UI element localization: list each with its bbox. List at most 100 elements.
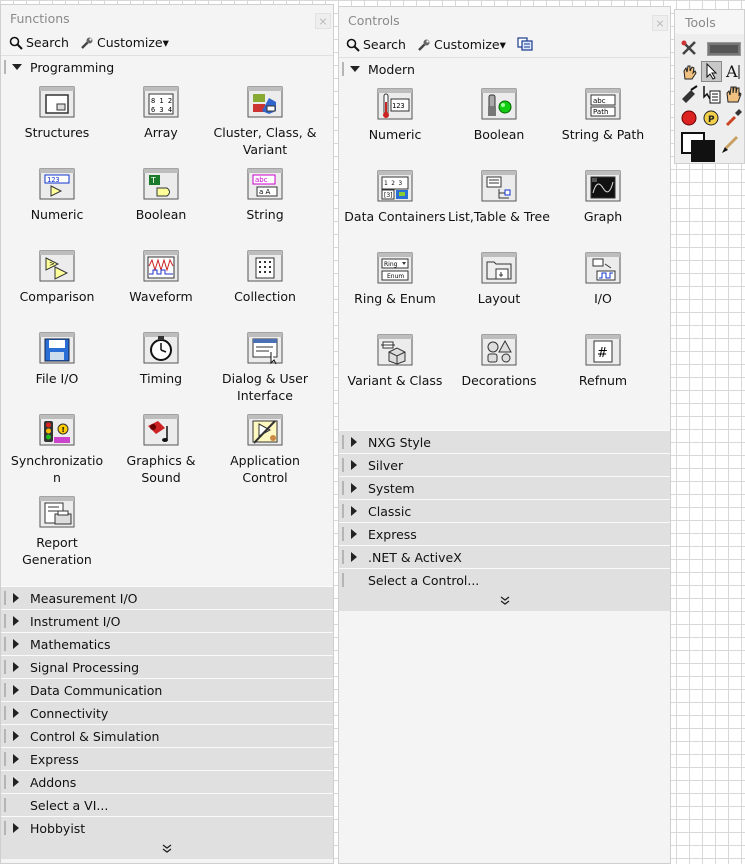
- functions-category-row[interactable]: Measurement I/O: [1, 586, 333, 609]
- functions-category-list: Measurement I/O Instrument I/O Mathematics…: [1, 586, 333, 839]
- variant-class-icon: [375, 332, 415, 368]
- grip-handle[interactable]: [342, 573, 344, 587]
- expand-triangle-icon[interactable]: [13, 639, 19, 649]
- grip-handle[interactable]: [4, 729, 6, 743]
- functions-category-row[interactable]: Mathematics: [1, 632, 333, 655]
- controls-category-row[interactable]: NXG Style: [339, 430, 670, 453]
- controls-category-row[interactable]: .NET & ActiveX: [339, 545, 670, 568]
- set-color-icon[interactable]: [679, 130, 717, 162]
- grip-handle[interactable]: [342, 458, 344, 472]
- position-select-icon[interactable]: [701, 61, 722, 82]
- controls-view-options-button[interactable]: [517, 37, 533, 51]
- functions-category-row[interactable]: Hobbyist: [1, 816, 333, 839]
- functions-close-button[interactable]: [315, 13, 331, 29]
- scroll-window-icon[interactable]: [723, 84, 744, 105]
- grip-handle[interactable]: [4, 798, 6, 812]
- functions-palette-item-label: Waveform: [129, 289, 193, 304]
- operate-value-icon[interactable]: [679, 61, 700, 82]
- expand-triangle-icon[interactable]: [351, 552, 357, 562]
- functions-category-row[interactable]: Data Communication: [1, 678, 333, 701]
- controls-customize-button[interactable]: Customize▾: [417, 37, 506, 52]
- grip-handle[interactable]: [4, 660, 6, 674]
- search-icon: [9, 36, 23, 50]
- tools-grid: A P: [679, 38, 744, 162]
- grip-handle[interactable]: [342, 527, 344, 541]
- paintbrush-icon[interactable]: [719, 134, 740, 155]
- grip-handle[interactable]: [4, 683, 6, 697]
- functions-category-row[interactable]: Express: [1, 747, 333, 770]
- functions-category-row[interactable]: Select a VI...: [1, 793, 333, 816]
- collapse-triangle-icon[interactable]: [350, 66, 360, 72]
- controls-section-modern[interactable]: Modern: [339, 57, 670, 80]
- controls-search-button[interactable]: Search: [346, 37, 406, 52]
- functions-palette-item-label: Numeric: [30, 207, 84, 222]
- functions-category-row[interactable]: Addons: [1, 770, 333, 793]
- object-shortcut-menu-icon[interactable]: [701, 84, 722, 105]
- controls-palette-item-label: Numeric: [368, 127, 422, 142]
- expand-triangle-icon[interactable]: [13, 662, 19, 672]
- functions-search-button[interactable]: Search: [9, 35, 69, 50]
- search-icon: [346, 38, 360, 52]
- functions-category-row[interactable]: Connectivity: [1, 701, 333, 724]
- expand-triangle-icon[interactable]: [351, 437, 357, 447]
- controls-category-row[interactable]: System: [339, 476, 670, 499]
- svg-text:a A: a A: [259, 188, 271, 196]
- grip-handle[interactable]: [4, 637, 6, 651]
- expand-triangle-icon[interactable]: [13, 616, 19, 626]
- controls-close-button[interactable]: [652, 15, 668, 31]
- tools-titlebar[interactable]: Tools: [675, 10, 744, 34]
- expand-triangle-icon[interactable]: [13, 731, 19, 741]
- set-clear-breakpoint-icon[interactable]: [679, 107, 700, 128]
- controls-category-row[interactable]: Select a Control...: [339, 568, 670, 591]
- grip-handle[interactable]: [342, 435, 344, 449]
- controls-category-row[interactable]: Express: [339, 522, 670, 545]
- functions-category-row[interactable]: Signal Processing: [1, 655, 333, 678]
- functions-more-button[interactable]: [1, 839, 333, 859]
- probe-data-icon[interactable]: P: [701, 107, 722, 128]
- edit-text-icon[interactable]: A: [723, 61, 744, 82]
- grip-handle[interactable]: [4, 60, 6, 74]
- expand-triangle-icon[interactable]: [13, 685, 19, 695]
- connect-wire-icon[interactable]: [679, 84, 700, 105]
- expand-triangle-icon[interactable]: [351, 529, 357, 539]
- expand-triangle-icon[interactable]: [13, 708, 19, 718]
- functions-category-row[interactable]: Instrument I/O: [1, 609, 333, 632]
- controls-palette-item-label: List,Table & Tree: [448, 209, 550, 224]
- expand-triangle-icon[interactable]: [13, 754, 19, 764]
- grip-handle[interactable]: [4, 706, 6, 720]
- string-function-icon: abc a A: [245, 166, 285, 202]
- expand-triangle-icon[interactable]: [351, 506, 357, 516]
- grip-handle[interactable]: [4, 775, 6, 789]
- functions-section-programming[interactable]: Programming: [1, 55, 333, 78]
- functions-palette-item-label: Cluster, Class, & Variant: [213, 125, 317, 157]
- controls-category-row[interactable]: Silver: [339, 453, 670, 476]
- expand-triangle-icon[interactable]: [13, 823, 19, 833]
- svg-text:T: T: [150, 176, 156, 185]
- automatic-tool-selection-icon[interactable]: [679, 38, 700, 59]
- grip-handle[interactable]: [342, 504, 344, 518]
- ring-enum-icon: Ring Enum: [375, 250, 415, 286]
- functions-category-row[interactable]: Control & Simulation: [1, 724, 333, 747]
- grip-handle[interactable]: [4, 821, 6, 835]
- expand-triangle-icon[interactable]: [351, 483, 357, 493]
- functions-title: Functions: [10, 11, 70, 26]
- controls-more-button[interactable]: [339, 591, 670, 611]
- grip-handle[interactable]: [342, 550, 344, 564]
- automatic-tool-led-icon: [707, 42, 741, 56]
- controls-category-row[interactable]: Classic: [339, 499, 670, 522]
- layout-icon: [479, 250, 519, 286]
- functions-customize-button[interactable]: Customize▾: [80, 35, 169, 50]
- grip-handle[interactable]: [4, 591, 6, 605]
- expand-triangle-icon[interactable]: [351, 460, 357, 470]
- grip-handle[interactable]: [4, 752, 6, 766]
- expand-triangle-icon[interactable]: [13, 777, 19, 787]
- collapse-triangle-icon[interactable]: [12, 64, 22, 70]
- get-color-icon[interactable]: [723, 107, 744, 128]
- functions-palette-item-label: Comparison: [19, 289, 95, 304]
- functions-titlebar[interactable]: Functions: [1, 5, 333, 33]
- controls-titlebar[interactable]: Controls: [339, 7, 670, 35]
- grip-handle[interactable]: [342, 62, 344, 76]
- grip-handle[interactable]: [4, 614, 6, 628]
- grip-handle[interactable]: [342, 481, 344, 495]
- expand-triangle-icon[interactable]: [13, 593, 19, 603]
